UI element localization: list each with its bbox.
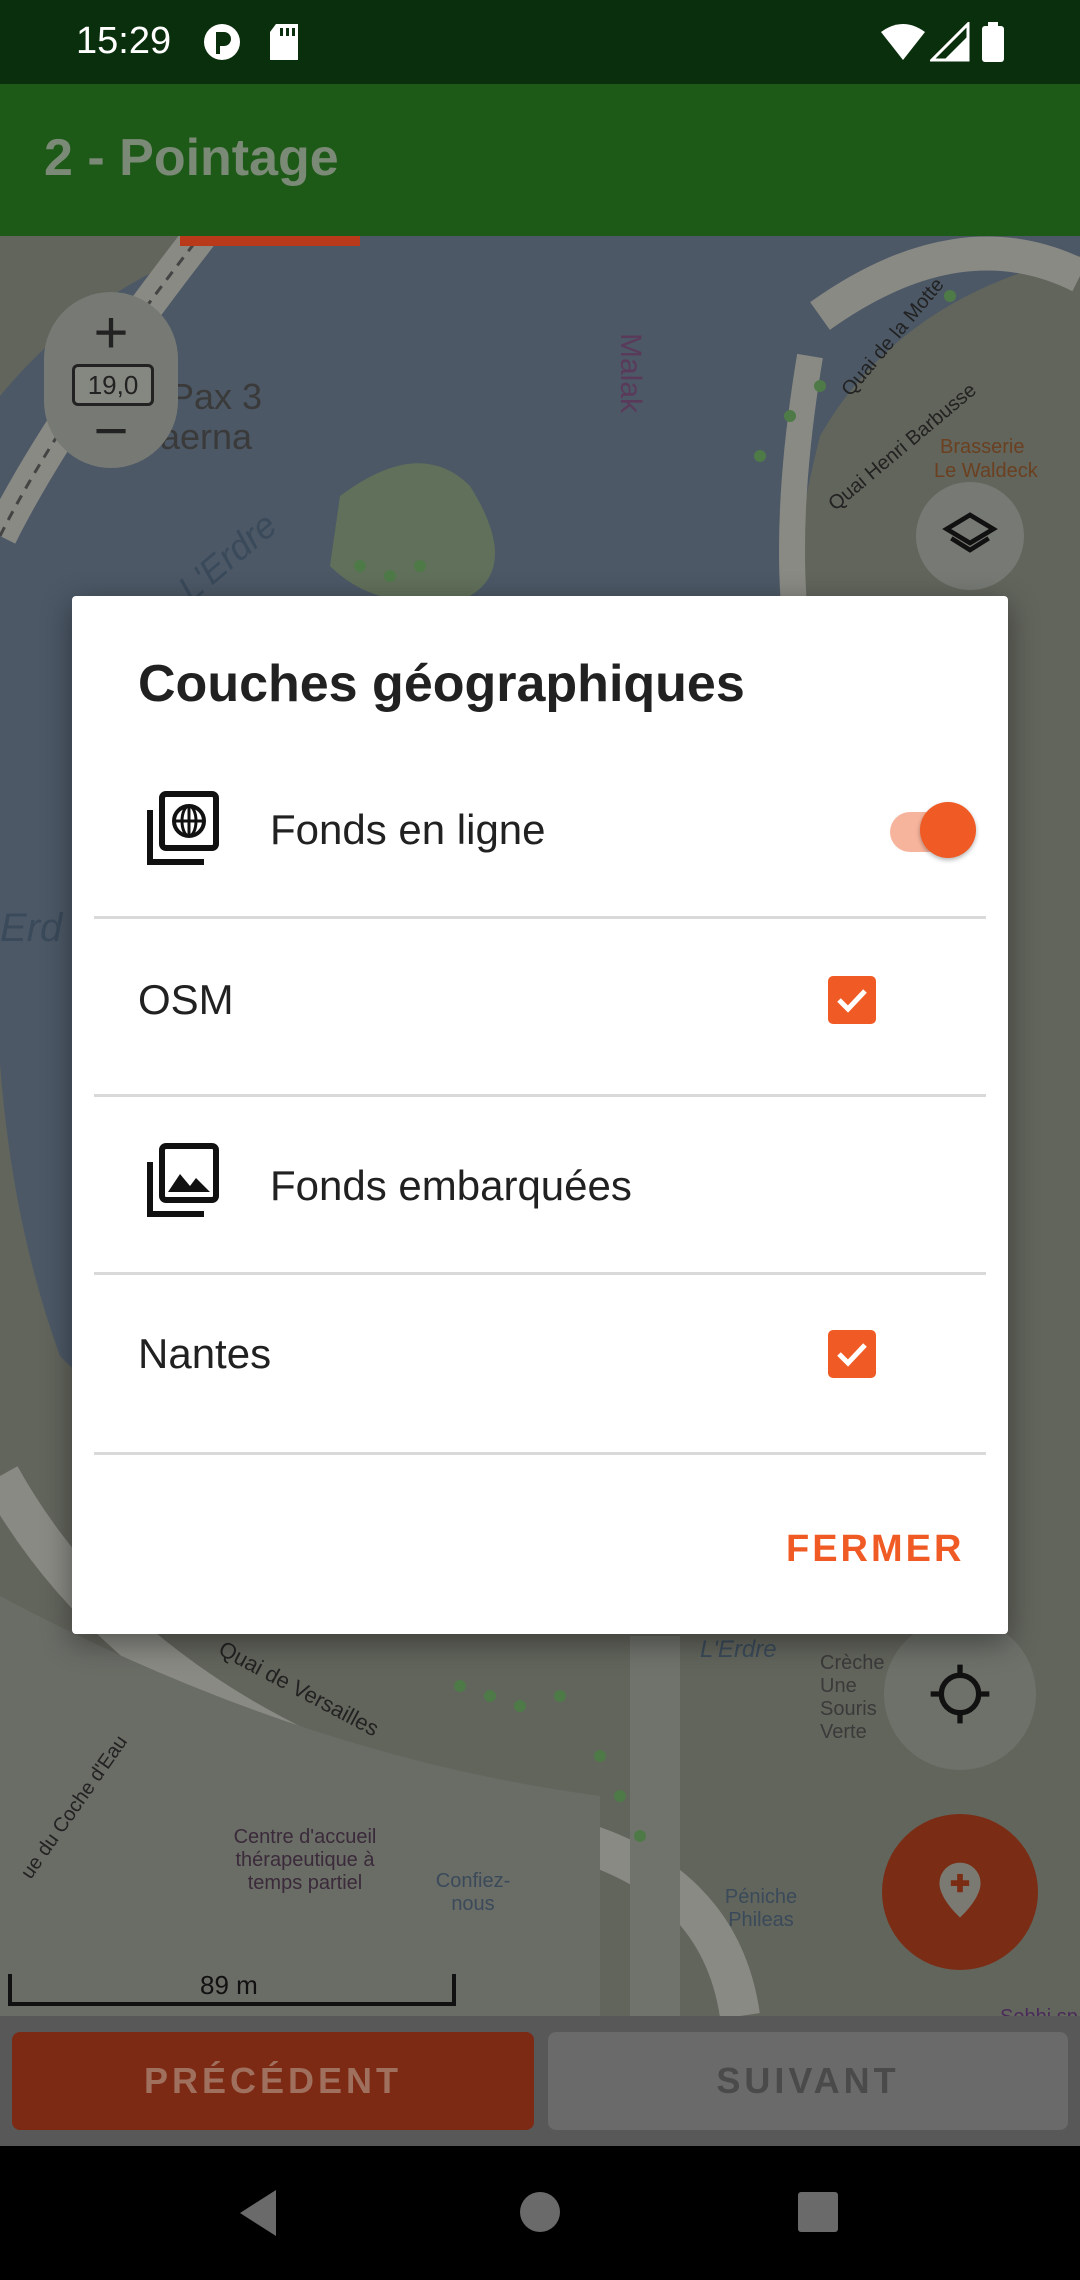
online-layers-switch-thumb[interactable] [920, 802, 976, 858]
layers-icon [942, 512, 998, 553]
gps-crosshair-icon [930, 1664, 990, 1724]
status-time: 15:29 [76, 20, 172, 62]
map-label: Centre d'accueil thérapeutique à temps p… [233, 1826, 377, 1894]
map-label: Sobhi sp [1000, 2006, 1078, 2016]
previous-button[interactable]: PRÉCÉDENT [12, 2032, 534, 2130]
add-point-button[interactable] [882, 1814, 1038, 1970]
wifi-icon [881, 24, 925, 60]
online-layers-label: Fonds en ligne [270, 806, 546, 853]
layers-dialog: Couches géographiques Fonds en ligne OSM… [72, 596, 1008, 1634]
nantes-layer-label: Nantes [138, 1330, 272, 1377]
page-title: 2 - Pointage [44, 129, 339, 187]
divider [94, 1452, 986, 1455]
nantes-layer-row[interactable]: Nantes [72, 1286, 1008, 1436]
osm-layer-checkbox[interactable] [828, 976, 876, 1024]
map-pin-add-icon [939, 1862, 981, 1918]
online-layers-row[interactable]: Fonds en ligne [72, 776, 1008, 886]
battery-icon [982, 22, 1004, 62]
navigation-bar [0, 2146, 1080, 2280]
map-label: Confiez-nous [435, 1870, 511, 1915]
nantes-layer-checkbox[interactable] [828, 1330, 876, 1378]
offline-layers-label: Fonds embarquées [270, 1162, 632, 1209]
osm-layer-row[interactable]: OSM [72, 926, 1008, 1076]
progress-indicator [180, 236, 360, 246]
osm-layer-label: OSM [138, 976, 234, 1023]
close-button[interactable]: FERMER [786, 1528, 964, 1571]
map-label: Péniche Phileas [724, 1886, 798, 1931]
locate-button[interactable] [884, 1618, 1036, 1770]
app-notification-icon [204, 24, 240, 60]
scale-label: 89 m [200, 1970, 258, 2000]
map-label: Malak [614, 332, 648, 414]
next-button[interactable]: SUIVANT [548, 2032, 1068, 2130]
recents-icon[interactable] [796, 2190, 840, 2234]
offline-layers-row[interactable]: Fonds embarquées [72, 1106, 1008, 1256]
status-bar: 15:29 [0, 0, 1080, 84]
layers-button[interactable] [916, 482, 1024, 590]
divider [94, 916, 986, 919]
map-label: Le Waldeck [934, 460, 1038, 482]
map-label: L'Erdre [700, 1636, 777, 1663]
map-label: Brasserie [940, 436, 1025, 458]
zoom-control: + 19,0 − [44, 292, 178, 468]
checkmark-icon [837, 1343, 867, 1367]
zoom-in-button[interactable]: + [44, 298, 178, 367]
checkmark-icon [837, 989, 867, 1013]
map-label: Erd [0, 906, 63, 950]
online-layers-icon [147, 791, 219, 865]
zoom-out-button[interactable]: − [44, 396, 178, 465]
sd-card-icon [270, 24, 298, 60]
divider [94, 1094, 986, 1097]
offline-layers-icon [147, 1143, 219, 1217]
map-label: Pax 3 [170, 376, 263, 417]
home-icon[interactable] [516, 2188, 564, 2236]
back-icon[interactable] [236, 2188, 282, 2238]
dialog-title: Couches géographiques [138, 655, 745, 713]
cellular-signal-icon [930, 22, 970, 62]
divider [94, 1272, 986, 1275]
